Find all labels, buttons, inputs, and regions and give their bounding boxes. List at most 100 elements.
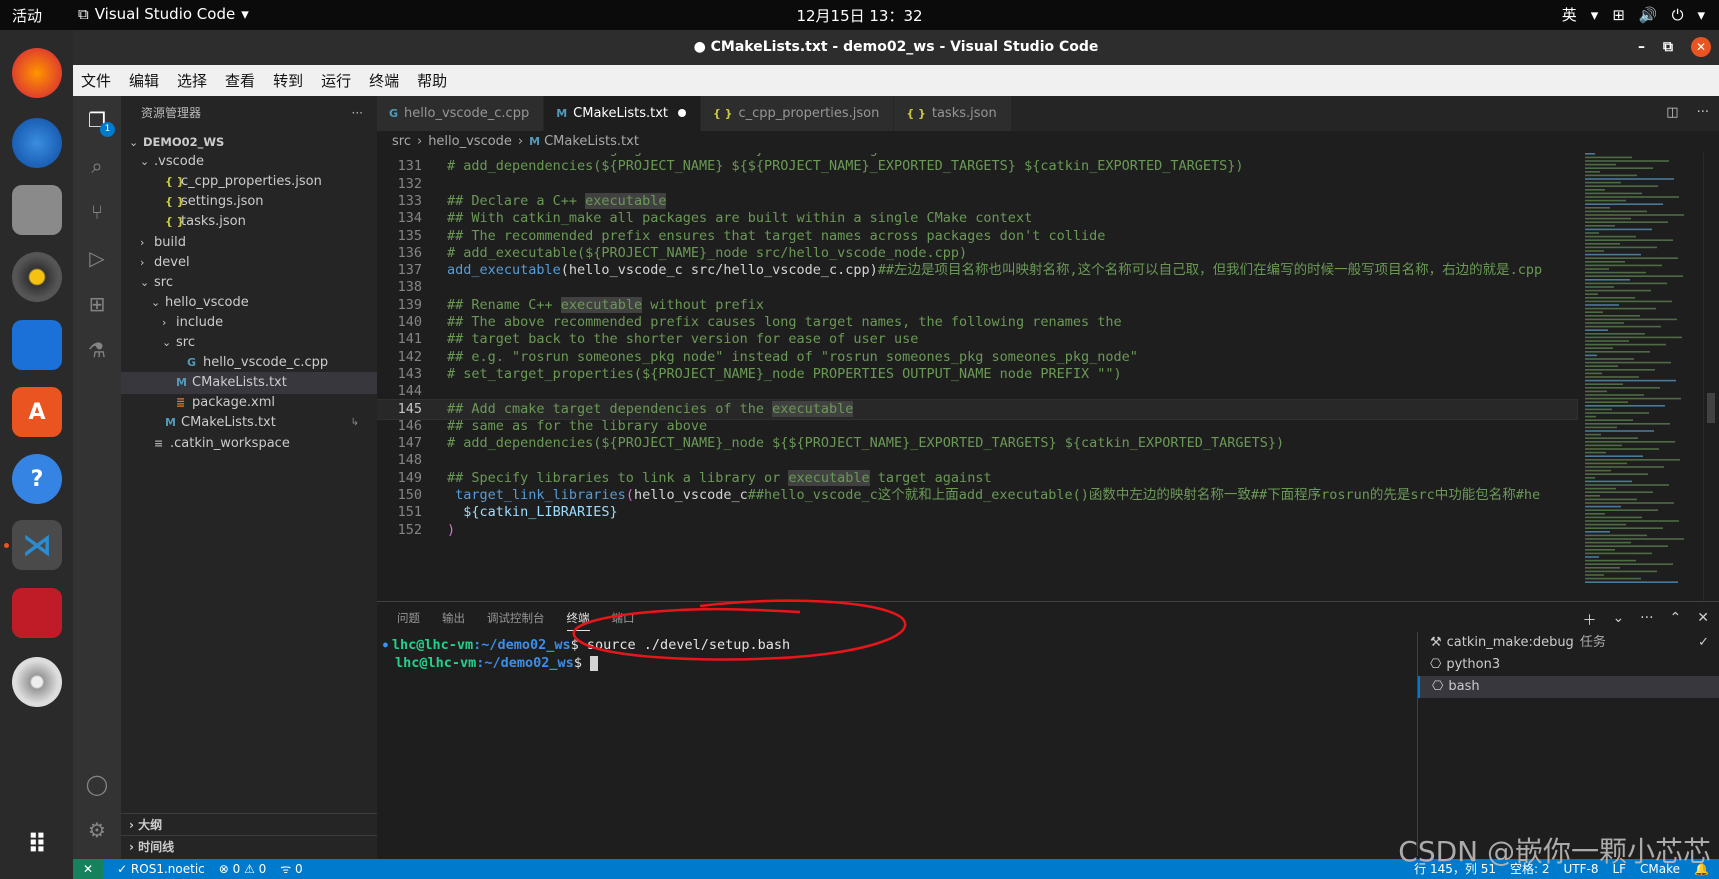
- terminal-app-icon[interactable]: [12, 588, 62, 638]
- code-line[interactable]: 134 ## With catkin_make all packages are …: [377, 209, 1577, 228]
- code-line[interactable]: 152): [377, 521, 1577, 540]
- explorer-icon[interactable]: ❐ 1: [85, 108, 115, 137]
- code-line[interactable]: 147 # add_dependencies(${PROJECT_NAME}_no…: [377, 434, 1577, 453]
- dvd-icon[interactable]: [12, 657, 62, 707]
- terminal-output[interactable]: ● lhc@lhc-vm:~/demo02_ws$ source ./devel/…: [377, 636, 1407, 856]
- tree-item[interactable]: ⌄ src: [121, 272, 377, 294]
- code-line[interactable]: 132: [377, 175, 1577, 194]
- tree-item[interactable]: › build: [121, 232, 377, 254]
- breadcrumb-item[interactable]: CMakeLists.txt: [544, 134, 639, 149]
- code-line[interactable]: 137 add_executable(hello_vscode_c src/hel…: [377, 261, 1577, 280]
- code-line[interactable]: 133 ## Declare a C++ executable: [377, 192, 1577, 211]
- show-apps-icon[interactable]: ⠿: [12, 820, 62, 870]
- breadcrumb-item[interactable]: src: [392, 134, 411, 149]
- testing-icon[interactable]: ⚗: [85, 338, 109, 362]
- code-line[interactable]: 149 ## Specify libraries to link a librar…: [377, 469, 1577, 488]
- breadcrumb-item[interactable]: hello_vscode: [428, 134, 512, 149]
- code-line[interactable]: 140 ## The above recommended prefix cause…: [377, 313, 1577, 332]
- settings-gear-icon[interactable]: ⚙: [85, 818, 109, 842]
- extensions-icon[interactable]: ⊞: [85, 292, 109, 316]
- menu-go[interactable]: 转到: [271, 70, 305, 91]
- menu-file[interactable]: 文件: [79, 70, 113, 91]
- menu-help[interactable]: 帮助: [415, 70, 449, 91]
- menu-edit[interactable]: 编辑: [127, 70, 161, 91]
- chevron-down-icon[interactable]: ⌄: [1612, 610, 1624, 630]
- rhythmbox-icon[interactable]: [12, 252, 62, 302]
- code-line[interactable]: 145 ## Add cmake target dependencies of t…: [377, 398, 1578, 420]
- source-control-icon[interactable]: ⑂: [85, 200, 109, 224]
- code-line[interactable]: 139 ## Rename C++ executable without pref…: [377, 296, 1577, 315]
- network-icon[interactable]: ⊞: [1612, 6, 1625, 24]
- tree-item[interactable]: › devel: [121, 252, 377, 274]
- tab-output[interactable]: 输出: [442, 610, 465, 631]
- editor-tab[interactable]: M CMakeLists.txt: [544, 96, 701, 131]
- power-icon[interactable]: ⏻: [1672, 6, 1684, 24]
- code-line[interactable]: 144: [377, 382, 1577, 401]
- editor-tab[interactable]: { } tasks.json: [894, 96, 1012, 131]
- more-actions-icon[interactable]: ···: [1640, 610, 1653, 630]
- thunderbird-icon[interactable]: [12, 118, 62, 168]
- minimize-icon[interactable]: –: [1638, 39, 1645, 55]
- tree-item[interactable]: ⌄ .vscode: [121, 151, 377, 173]
- code-line[interactable]: 136 # add_executable(${PROJECT_NAME}_node…: [377, 244, 1577, 263]
- editor-tab[interactable]: { } c_cpp_properties.json: [701, 96, 895, 131]
- run-debug-icon[interactable]: ▷: [85, 246, 109, 270]
- software-icon[interactable]: A: [12, 387, 62, 437]
- files-icon[interactable]: [12, 185, 62, 235]
- tab-problems[interactable]: 问题: [397, 610, 420, 631]
- code-line[interactable]: 146 ## same as for the library above: [377, 417, 1577, 436]
- writer-icon[interactable]: [12, 320, 62, 370]
- ros-version[interactable]: ✓ ROS1.noetic: [117, 859, 205, 879]
- menu-selection[interactable]: 选择: [175, 70, 209, 91]
- ports-count[interactable]: ᯤ 0: [280, 859, 302, 879]
- code-line[interactable]: 150 target_link_libraries(hello_vscode_c…: [377, 486, 1577, 505]
- terminal-instance[interactable]: ⎔ bash: [1418, 676, 1719, 698]
- clock[interactable]: 12月15日 13：32: [0, 5, 1719, 26]
- tree-item[interactable]: { }c_cpp_properties.json: [121, 171, 377, 193]
- tree-item[interactable]: { }tasks.json: [121, 211, 377, 233]
- terminal-instance[interactable]: ⚒ catkin_make:debug 任务 ✓: [1418, 632, 1719, 654]
- scroll-thumb[interactable]: [1707, 393, 1715, 423]
- tree-item[interactable]: › include: [121, 312, 377, 334]
- tree-item[interactable]: Ghello_vscode_c.cpp: [121, 352, 377, 374]
- editor-tab[interactable]: Ghello_vscode_c.cpp: [377, 96, 545, 131]
- close-panel-icon[interactable]: ✕: [1697, 610, 1709, 630]
- tree-item[interactable]: M CMakeLists.txt: [121, 372, 377, 395]
- close-icon[interactable]: ✕: [1691, 37, 1711, 57]
- code-line[interactable]: 135 ## The recommended prefix ensures tha…: [377, 227, 1577, 246]
- volume-icon[interactable]: 🔊: [1639, 6, 1658, 24]
- split-editor-icon[interactable]: ◫: [1666, 105, 1678, 120]
- more-actions-icon[interactable]: ···: [1697, 105, 1709, 120]
- outline-section[interactable]: › 大纲: [121, 813, 377, 835]
- help-icon[interactable]: ?: [12, 454, 62, 504]
- editor-scrollbar[interactable]: [1703, 153, 1717, 601]
- input-method-indicator[interactable]: 英: [1562, 4, 1577, 25]
- tree-item[interactable]: { }settings.json: [121, 191, 377, 213]
- tree-item[interactable]: ≡ .catkin_workspace: [121, 433, 377, 455]
- accounts-icon[interactable]: ◯: [85, 772, 109, 796]
- menu-terminal[interactable]: 终端: [367, 70, 401, 91]
- tab-debug-console[interactable]: 调试控制台: [487, 610, 545, 631]
- menu-run[interactable]: 运行: [319, 70, 353, 91]
- minimap[interactable]: [1583, 153, 1703, 601]
- tree-item[interactable]: ⌄ src: [121, 332, 377, 354]
- vscode-icon[interactable]: ⋊: [12, 520, 62, 570]
- menu-view[interactable]: 查看: [223, 70, 257, 91]
- code-line[interactable]: 148: [377, 451, 1577, 470]
- code-editor[interactable]: 130## either from message generation or …: [377, 153, 1719, 601]
- tree-item[interactable]: ⌄ hello_vscode: [121, 292, 377, 314]
- search-icon[interactable]: ⌕: [85, 154, 109, 178]
- tree-item[interactable]: M CMakeLists.txt ↳: [121, 412, 377, 434]
- more-actions-icon[interactable]: ···: [352, 96, 363, 131]
- firefox-icon[interactable]: [12, 48, 62, 98]
- code-line[interactable]: 138: [377, 278, 1577, 297]
- remote-indicator[interactable]: ✕: [73, 859, 104, 879]
- timeline-section[interactable]: › 时间线: [121, 835, 377, 857]
- terminal-instance[interactable]: ⎔ python3: [1418, 654, 1719, 676]
- problems-count[interactable]: ⊗ 0 ⚠ 0: [219, 859, 267, 879]
- code-line[interactable]: 143 # set_target_properties(${PROJECT_NAM…: [377, 365, 1577, 384]
- maximize-icon[interactable]: ⧉: [1663, 39, 1673, 55]
- new-terminal-icon[interactable]: ＋: [1582, 610, 1596, 630]
- code-line[interactable]: 142 ## e.g. "rosrun someones_pkg node" in…: [377, 348, 1577, 367]
- system-tray[interactable]: 英 ▾ ⊞ 🔊 ⏻ ▾: [1562, 4, 1705, 25]
